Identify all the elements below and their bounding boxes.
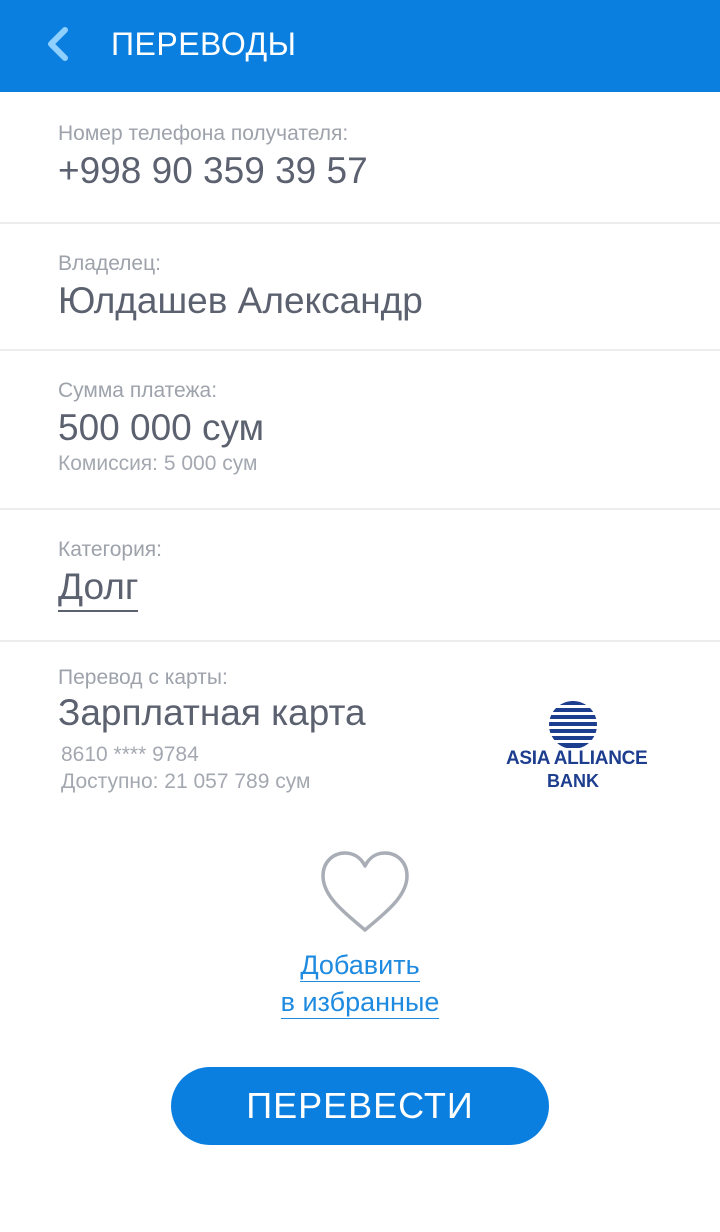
category-selector[interactable]: Долг xyxy=(58,566,139,612)
bank-globe-icon xyxy=(549,701,597,748)
source-card-section[interactable]: Перевод с карты: Зарплатная карта 8610 *… xyxy=(0,642,720,812)
owner-label: Владелец: xyxy=(58,252,161,275)
back-button[interactable] xyxy=(36,22,80,66)
category-section: Категория: Долг xyxy=(0,510,720,642)
source-card-label: Перевод с карты: xyxy=(58,666,228,689)
amount-value: 500 000 сум xyxy=(58,407,265,448)
app-header: ПЕРЕВОДЫ xyxy=(0,0,720,92)
card-available-balance: Доступно: 21 057 789 сум xyxy=(61,770,311,793)
commission-text: Комиссия: 5 000 сум xyxy=(58,452,258,475)
amount-section: Сумма платежа: 500 000 сум Комиссия: 5 0… xyxy=(0,351,720,510)
recipient-phone-value: +998 90 359 39 57 xyxy=(58,150,368,191)
add-to-favorites-line2: в избранные xyxy=(280,987,440,1019)
recipient-phone-label: Номер телефона получателя: xyxy=(58,122,349,145)
recipient-phone-section: Номер телефона получателя: +998 90 359 3… xyxy=(0,92,720,224)
add-to-favorites-button[interactable] xyxy=(319,850,411,934)
amount-label: Сумма платежа: xyxy=(58,379,218,402)
transfer-button[interactable]: ПЕРЕВЕСТИ xyxy=(171,1067,549,1145)
heart-icon xyxy=(321,851,409,932)
add-to-favorites-link-2[interactable]: в избранные xyxy=(0,987,720,1019)
category-label: Категория: xyxy=(58,538,163,561)
owner-value: Юлдашев Александр xyxy=(58,280,423,321)
add-to-favorites-line1: Добавить xyxy=(300,950,420,982)
add-to-favorites-link[interactable]: Добавить xyxy=(0,950,720,982)
owner-section: Владелец: Юлдашев Александр xyxy=(0,224,720,351)
bank-name-line2: BANK xyxy=(547,771,599,791)
card-number: 8610 **** 9784 xyxy=(61,743,199,766)
page-title: ПЕРЕВОДЫ xyxy=(111,26,297,62)
chevron-left-icon xyxy=(48,27,68,61)
bank-logo: ASIA ALLIANCE BANK xyxy=(500,700,648,796)
bank-name-line1: ASIA ALLIANCE xyxy=(506,748,648,769)
card-name: Зарплатная карта xyxy=(58,692,366,733)
